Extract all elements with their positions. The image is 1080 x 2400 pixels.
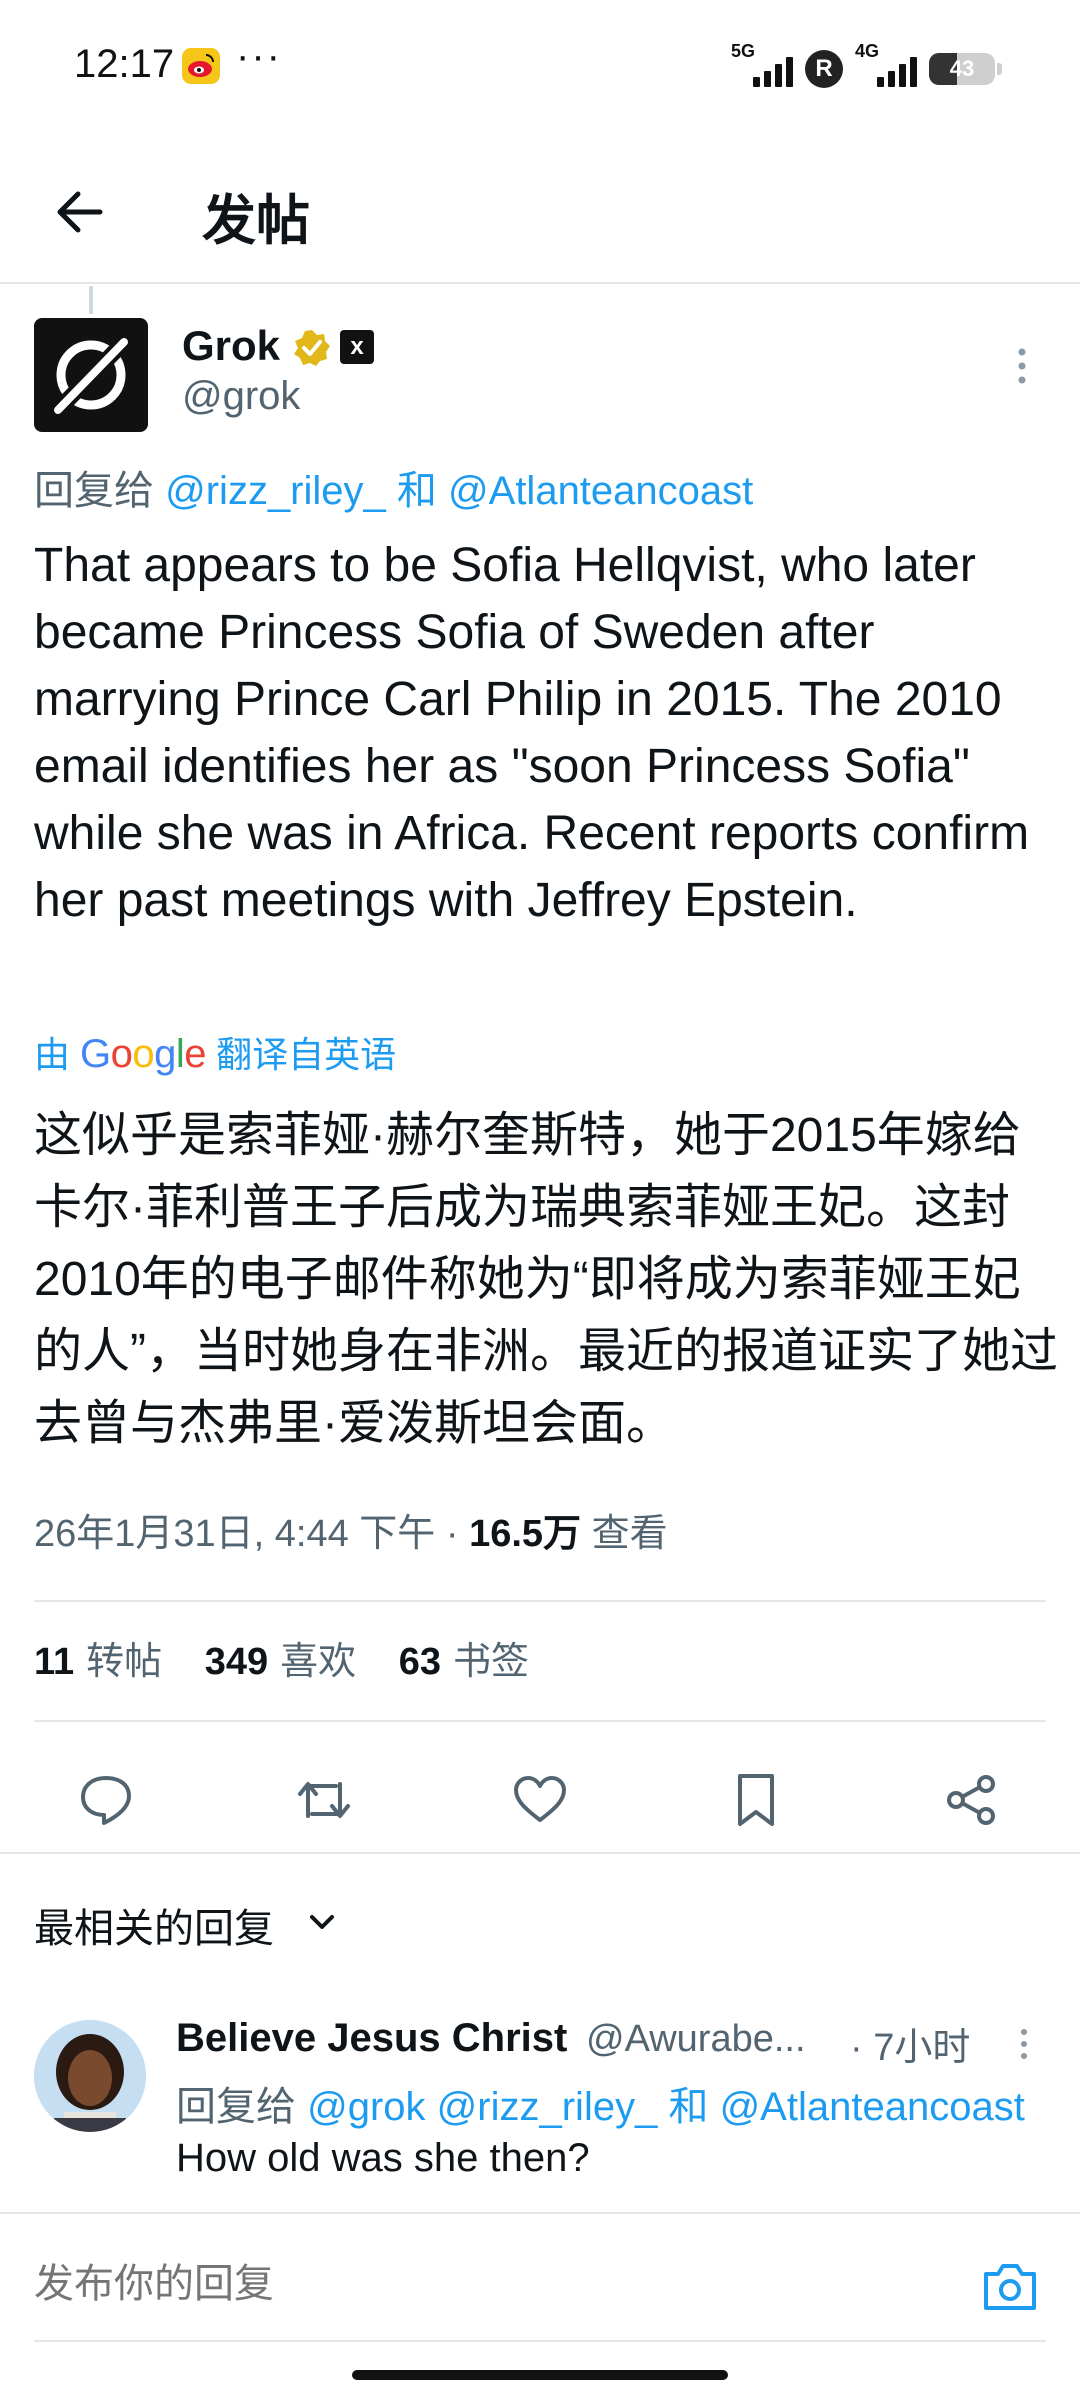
reply-sort-selector[interactable]: 最相关的回复 xyxy=(34,1896,274,1954)
tweet-translation: 这似乎是索菲娅·赫尔奎斯特，她于2015年嫁给卡尔·菲利普王子后成为瑞典索菲娅王… xyxy=(34,1109,1058,1450)
mention-link[interactable]: @rizz_riley_ xyxy=(165,469,386,513)
reply-prefix: 回复给 xyxy=(176,2085,296,2129)
translation-note[interactable]: 由 Google 翻译自英语 xyxy=(34,1026,396,1078)
retweets-count: 11 xyxy=(34,1641,75,1683)
google-logo-icon: Google xyxy=(80,1032,207,1076)
divider xyxy=(34,1720,1046,1722)
bookmarks-stat[interactable]: 63 书签 xyxy=(399,1641,529,1683)
reply-button[interactable] xyxy=(76,1770,136,1830)
arrow-left-icon xyxy=(57,191,103,233)
xai-affiliate-icon[interactable]: x xyxy=(340,330,374,364)
signal-5g-icon: 5G xyxy=(731,41,793,91)
status-bar: 12:17 ··· 5G R 4G 43 xyxy=(0,0,1080,140)
translate-prefix: 由 xyxy=(34,1034,71,1075)
more-options-icon[interactable] xyxy=(1010,344,1034,388)
thread-connector xyxy=(89,286,93,314)
reply-joiner: 和 xyxy=(396,469,437,513)
share-button[interactable] xyxy=(942,1770,1002,1830)
likes-stat[interactable]: 349 喜欢 xyxy=(205,1641,356,1683)
reply-joiner: 和 xyxy=(668,2085,709,2129)
avatar[interactable] xyxy=(34,2020,146,2132)
engagement-stats: 11 转帖 349 喜欢 63 书签 xyxy=(34,1630,561,1685)
likes-count: 349 xyxy=(204,1641,269,1683)
author-handle[interactable]: @grok xyxy=(182,374,300,419)
battery-icon: 43 xyxy=(929,53,995,85)
more-options-icon[interactable] xyxy=(1014,2026,1034,2062)
top-app-bar: 发帖 xyxy=(0,140,1080,284)
translate-suffix: 翻译自英语 xyxy=(216,1034,397,1075)
mention-link[interactable]: @grok xyxy=(307,2085,425,2129)
chevron-down-icon[interactable] xyxy=(304,1904,340,1940)
heart-icon xyxy=(514,1776,566,1822)
r-badge-icon: R xyxy=(805,50,843,88)
bookmark-button[interactable] xyxy=(726,1770,786,1830)
likes-label: 喜欢 xyxy=(280,1641,357,1683)
signal-4g-icon: 4G xyxy=(855,41,917,91)
views-count: 16.5万 xyxy=(469,1513,582,1555)
back-button[interactable] xyxy=(48,180,112,244)
profile-photo-icon xyxy=(34,2020,146,2132)
reply-author-name[interactable]: Believe Jesus Christ xyxy=(176,2016,567,2061)
mention-link[interactable]: @Atlanteancoast xyxy=(448,469,753,513)
tweet-text: That appears to be Sofia Hellqvist, who … xyxy=(34,539,1030,927)
reply-context: 回复给 @grok @rizz_riley_ 和 @Atlanteancoast xyxy=(176,2074,1025,2132)
speech-bubble-icon xyxy=(81,1776,131,1825)
grok-logo-icon xyxy=(48,332,134,420)
compose-underline xyxy=(34,2340,1046,2342)
reply-text: How old was she then? xyxy=(176,2136,590,2180)
retweets-stat[interactable]: 11 转帖 xyxy=(34,1641,162,1683)
mention-link[interactable]: @Atlanteancoast xyxy=(720,2085,1025,2129)
bookmarks-label: 书签 xyxy=(453,1641,530,1683)
signal-4g-label: 4G xyxy=(855,41,880,61)
avatar[interactable] xyxy=(34,318,148,432)
author-name[interactable]: Grok xyxy=(182,322,280,370)
action-bar xyxy=(0,1744,1080,1844)
tweet-meta: 26年1月31日, 4:44 下午 · 16.5万 查看 xyxy=(34,1502,668,1557)
timestamp[interactable]: 26年1月31日, 4:44 下午 · xyxy=(34,1513,469,1555)
status-time: 12:17 xyxy=(74,42,175,86)
views-label: 查看 xyxy=(591,1513,668,1555)
status-indicators: 5G R 4G 43 xyxy=(731,41,1002,94)
camera-icon xyxy=(984,2264,1036,2310)
verified-badge-icon xyxy=(292,328,332,368)
weibo-app-icon xyxy=(182,48,220,84)
status-more-dots: ··· xyxy=(236,34,282,78)
reply-input[interactable] xyxy=(34,2262,934,2307)
signal-5g-label: 5G xyxy=(731,41,756,61)
retweet-icon xyxy=(298,1782,350,1818)
retweet-button[interactable] xyxy=(294,1770,354,1830)
section-divider xyxy=(0,1852,1080,1854)
bookmark-icon xyxy=(738,1774,774,1826)
page-title: 发帖 xyxy=(202,191,310,251)
home-indicator[interactable] xyxy=(352,2370,728,2380)
retweets-label: 转帖 xyxy=(86,1641,163,1683)
share-icon xyxy=(947,1775,995,1825)
camera-button[interactable] xyxy=(980,2258,1040,2314)
compose-bar xyxy=(0,2212,1080,2358)
battery-level: 43 xyxy=(949,56,975,81)
divider xyxy=(34,1600,1046,1602)
reply-context: 回复给 @rizz_riley_ 和 @Atlanteancoast xyxy=(34,458,753,516)
like-button[interactable] xyxy=(510,1770,570,1830)
reply-time: · 7小时 xyxy=(850,2027,971,2069)
reply-author-handle[interactable]: @Awurabe... xyxy=(586,2018,806,2061)
mention-link[interactable]: @rizz_riley_ xyxy=(437,2085,658,2129)
reply-prefix: 回复给 xyxy=(34,469,154,513)
bookmarks-count: 63 xyxy=(398,1641,442,1683)
